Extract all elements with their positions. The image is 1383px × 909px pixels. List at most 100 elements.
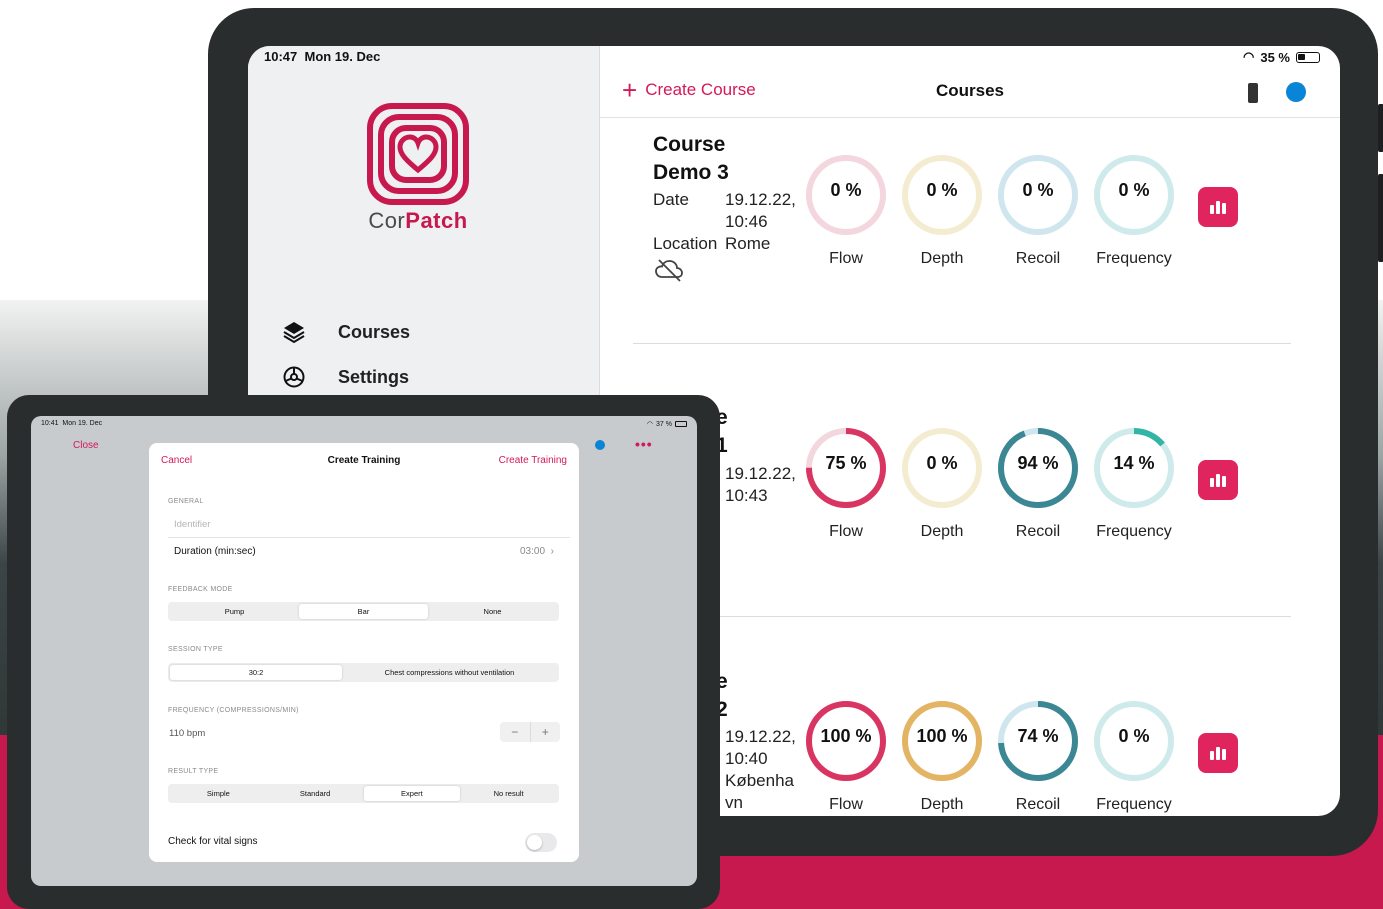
gauge-label: Flow: [829, 796, 863, 813]
gauge-frequency: 0 % Frequency: [1091, 152, 1177, 268]
gear-icon: [283, 366, 305, 388]
segment-pump[interactable]: Pump: [170, 604, 299, 619]
wifi-icon: ◠: [646, 421, 654, 428]
gauge-value: 75 %: [825, 453, 867, 473]
close-button[interactable]: Close: [73, 440, 99, 451]
duration-value[interactable]: 03:00 ›: [520, 546, 554, 557]
create-training-modal: Cancel Create Training Create Training G…: [149, 443, 579, 862]
gauge-value: 94 %: [1017, 453, 1059, 473]
status-time: 10:47 Mon 19. Dec: [264, 49, 381, 64]
segment-30-2[interactable]: 30:2: [170, 665, 342, 680]
corpatch-logo: [366, 102, 470, 206]
bar-chart-icon: [1210, 751, 1214, 760]
gauge-frequency: 14 % Frequency: [1091, 425, 1177, 541]
course-name: Course Demo 3: [653, 133, 729, 184]
course-date: 19.12.22, 10:40 Københa vn: [725, 727, 796, 812]
gauge-label: Frequency: [1096, 523, 1172, 540]
battery-icon: [1296, 51, 1320, 63]
course-date: 19.12.22, 10:46: [725, 190, 796, 231]
vital-signs-label: Check for vital signs: [168, 836, 258, 847]
course-stats-button[interactable]: [1198, 460, 1238, 500]
create-training-button[interactable]: Create Training: [499, 455, 567, 466]
status-time: 10:41 Mon 19. Dec: [41, 420, 103, 427]
frequency-stepper: − +: [500, 722, 560, 742]
gauge-recoil: 0 % Recoil: [995, 152, 1081, 268]
gauge-recoil: 94 % Recoil: [995, 425, 1081, 541]
bar-chart-icon: [1210, 478, 1214, 487]
segment-chest-compressions[interactable]: Chest compressions without ventilation: [342, 665, 557, 680]
gauge-label: Frequency: [1096, 796, 1172, 813]
bar-chart-icon: [1222, 749, 1226, 760]
segment-bar[interactable]: Bar: [299, 604, 428, 619]
gauge-value: 100 %: [820, 726, 872, 746]
volume-button: [1378, 104, 1383, 152]
segment-simple[interactable]: Simple: [170, 786, 267, 801]
course-stats-button[interactable]: [1198, 733, 1238, 773]
gauge-label: Frequency: [1096, 250, 1172, 267]
sidebar-item-courses[interactable]: Courses: [282, 320, 410, 344]
gauge-value: 0 %: [1118, 726, 1150, 746]
gauge-depth: 100 % Depth: [899, 698, 985, 814]
section-header-general: GENERAL: [168, 498, 204, 505]
layers-icon: [283, 322, 305, 344]
duration-label: Duration (min:sec): [174, 546, 256, 557]
gauge-frequency: 0 % Frequency: [1091, 698, 1177, 814]
gauge-depth: 0 % Depth: [899, 425, 985, 541]
gauge-label: Recoil: [1015, 250, 1061, 267]
segment-none[interactable]: None: [428, 604, 557, 619]
section-header-result: RESULT TYPE: [168, 768, 219, 775]
gauge-flow: 75 % Flow: [803, 425, 889, 541]
page-title: Courses: [935, 81, 1005, 100]
gauge-label: Depth: [920, 796, 964, 813]
main-header: + Create Course Courses: [600, 68, 1340, 118]
bar-chart-icon: [1216, 747, 1220, 760]
gauge-label: Depth: [920, 250, 964, 267]
cloud-offline-icon: [655, 259, 683, 282]
gauge-recoil: 74 % Recoil: [995, 698, 1081, 814]
connection-status-dot[interactable]: [1286, 82, 1306, 102]
session-type-segmented-control: 30:2 Chest compressions without ventilat…: [168, 663, 559, 682]
decrement-button[interactable]: −: [500, 722, 531, 742]
sidebar-item-settings[interactable]: Settings: [282, 365, 409, 389]
course-location-label: Location: [653, 234, 718, 253]
bar-chart-icon: [1216, 474, 1220, 487]
gauge-value: 100 %: [916, 726, 968, 746]
bar-chart-icon: [1216, 201, 1220, 214]
status-bar: 10:47 Mon 19. Dec ◠ 35 %: [248, 46, 1340, 68]
segment-no-result[interactable]: No result: [460, 786, 557, 801]
segment-standard[interactable]: Standard: [267, 786, 364, 801]
gauge-value: 0 %: [1022, 180, 1054, 200]
gauge-value: 0 %: [830, 180, 862, 200]
bar-chart-icon: [1210, 205, 1214, 214]
gauge-value: 74 %: [1017, 726, 1059, 746]
gauge-label: Flow: [829, 523, 863, 540]
row-divider: [720, 616, 1291, 617]
sidebar-item-label: Settings: [338, 366, 410, 387]
vital-signs-toggle[interactable]: [525, 833, 557, 852]
gauge-value: 0 %: [926, 453, 958, 473]
result-type-segmented-control: Simple Standard Expert No result: [168, 784, 559, 803]
device-battery-icon: [1248, 83, 1258, 103]
row-divider: [633, 343, 1291, 344]
logo-wordmark: CorPatch: [368, 208, 468, 233]
identifier-input[interactable]: Identifier: [174, 519, 210, 530]
side-button: [1378, 174, 1383, 262]
status-right: ◠ 35 %: [1243, 49, 1320, 65]
course-stats-button[interactable]: [1198, 187, 1238, 227]
connection-status-dot[interactable]: [595, 440, 605, 450]
segment-expert[interactable]: Expert: [363, 786, 461, 801]
gauge-value: 0 %: [926, 180, 958, 200]
gauge-flow: 100 % Flow: [803, 698, 889, 814]
gauge-depth: 0 % Depth: [899, 152, 985, 268]
feedback-mode-segmented-control: Pump Bar None: [168, 602, 559, 621]
status-right: ◠ 37 %: [647, 420, 687, 428]
gauge-label: Recoil: [1015, 796, 1061, 813]
battery-percent: 35 %: [1260, 49, 1290, 65]
gauge-label: Depth: [920, 523, 964, 540]
increment-button[interactable]: +: [531, 722, 561, 742]
sidebar-item-label: Courses: [338, 321, 411, 342]
more-icon[interactable]: •••: [635, 436, 653, 452]
gauge-label: Flow: [829, 250, 863, 267]
bar-chart-icon: [1222, 476, 1226, 487]
course-date: 19.12.22, 10:43: [725, 464, 796, 505]
